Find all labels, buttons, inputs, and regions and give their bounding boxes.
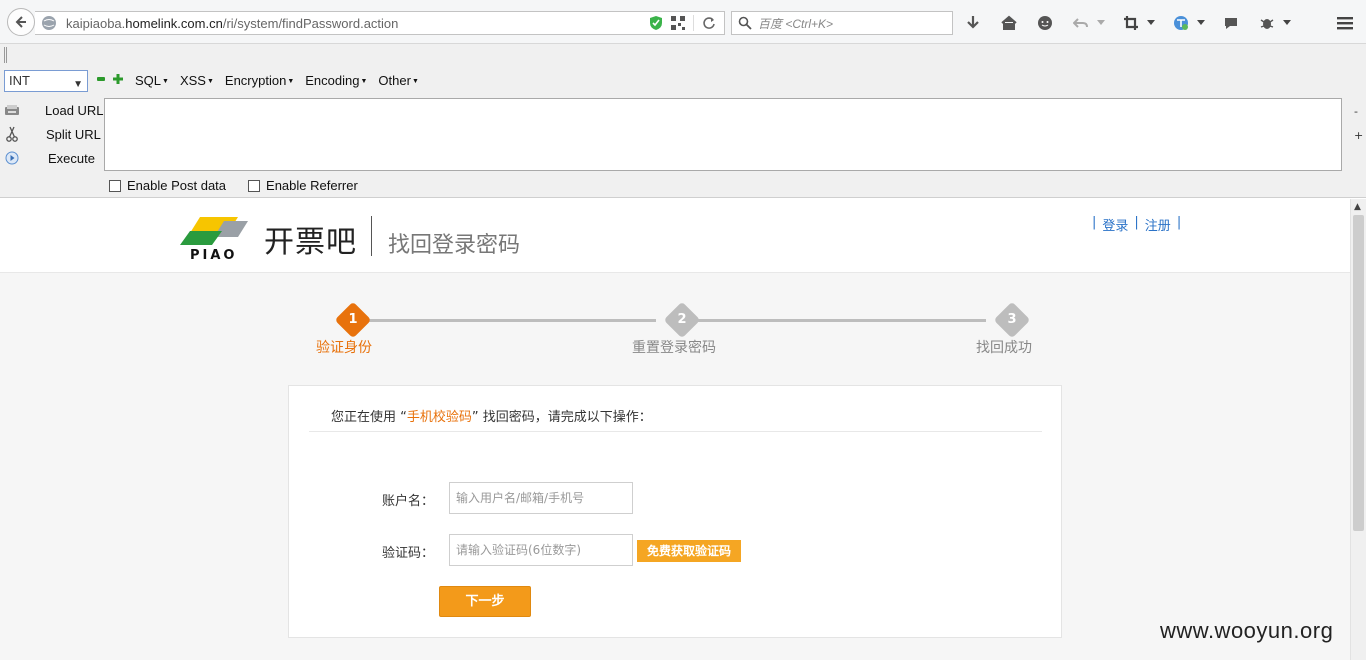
- download-icon[interactable]: [962, 12, 984, 34]
- bug-icon[interactable]: [1256, 12, 1278, 34]
- menu-xss[interactable]: XSS▼: [180, 73, 214, 88]
- site-header: PIAO 开票吧 找回登录密码 | 登录 | 注册 |: [0, 199, 1350, 273]
- crop-icon[interactable]: [1120, 12, 1142, 34]
- menu-other[interactable]: Other▼: [378, 73, 418, 88]
- vertical-scrollbar[interactable]: ▲: [1350, 199, 1366, 660]
- scrollbar-thumb[interactable]: [1353, 215, 1364, 531]
- browser-navbar: kaipiaoba.homelink.com.cn/ri/system/find…: [0, 0, 1366, 44]
- hamburger-menu-icon[interactable]: [1334, 12, 1356, 34]
- account-input[interactable]: 输入用户名/邮箱/手机号: [449, 482, 633, 514]
- url-bar[interactable]: kaipiaoba.homelink.com.cn/ri/system/find…: [35, 11, 725, 35]
- step-2-number: 2: [677, 312, 687, 327]
- verify-form-card: 您正在使用 “手机校验码” 找回密码，请完成以下操作： 账户名： 输入用户名/邮…: [288, 385, 1062, 638]
- plus-icon[interactable]: [113, 74, 123, 84]
- enable-referrer-label: Enable Referrer: [266, 178, 358, 193]
- header-divider: [371, 216, 372, 256]
- load-url-button[interactable]: Load URL: [4, 98, 104, 122]
- arrow-left-icon: [15, 16, 26, 28]
- enable-referrer-checkbox[interactable]: Enable Referrer: [248, 178, 358, 193]
- qr-code-icon[interactable]: [671, 16, 685, 30]
- register-link[interactable]: 注册: [1145, 215, 1171, 234]
- chat-face-icon[interactable]: [1034, 12, 1056, 34]
- enable-post-data-label: Enable Post data: [127, 178, 227, 193]
- divider: [309, 431, 1042, 432]
- shrink-button[interactable]: -: [1354, 100, 1363, 124]
- execute-button[interactable]: Execute: [4, 146, 104, 170]
- code-label: 验证码：: [382, 546, 435, 561]
- globe-icon: [42, 16, 56, 30]
- step-3-number: 3: [1007, 312, 1017, 327]
- hackbar-panel: INT ▼ SQL▼ XSS▼ Encryption▼ Encoding▼ Oth…: [0, 66, 1366, 198]
- chevron-down-icon[interactable]: [1096, 12, 1106, 34]
- menu-sql[interactable]: SQL▼: [135, 73, 169, 88]
- load-url-label: Load URL: [45, 102, 104, 118]
- scroll-up-icon[interactable]: ▲: [1354, 202, 1361, 212]
- watermark: www.wooyun.org: [1160, 618, 1334, 643]
- url-textarea[interactable]: [104, 98, 1342, 171]
- auth-links: | 登录 | 注册 |: [1092, 215, 1181, 234]
- form-intro: 您正在使用 “手机校验码” 找回密码，请完成以下操作：: [331, 410, 652, 425]
- step-3-label: 找回成功: [976, 340, 1032, 356]
- brand-name: 开票吧: [264, 225, 357, 260]
- addon-bar: [0, 44, 1366, 66]
- reload-icon[interactable]: [702, 16, 716, 30]
- split-url-button[interactable]: Split URL: [4, 122, 104, 146]
- grow-button[interactable]: +: [1354, 124, 1363, 148]
- back-button[interactable]: [7, 8, 35, 36]
- link-separator: |: [1176, 215, 1182, 230]
- web-page: PIAO 开票吧 找回登录密码 | 登录 | 注册 | 1 验证身份 2 重置登…: [0, 199, 1350, 660]
- split-url-label: Split URL: [46, 126, 101, 142]
- load-url-icon: [4, 102, 20, 118]
- translate-icon[interactable]: [1170, 12, 1192, 34]
- link-separator: |: [1134, 215, 1139, 230]
- execute-label: Execute: [48, 150, 95, 166]
- step-connector: [358, 319, 656, 322]
- menu-encryption[interactable]: Encryption▼: [225, 73, 294, 88]
- progress-steps: 1 验证身份 2 重置登录密码 3 找回成功: [310, 301, 1040, 363]
- code-input[interactable]: 请输入验证码(6位数字): [449, 534, 633, 566]
- scissors-icon: [4, 126, 20, 142]
- piao-logo[interactable]: PIAO: [180, 215, 256, 261]
- type-select[interactable]: INT ▼: [4, 70, 88, 92]
- chevron-down-icon[interactable]: [1146, 12, 1156, 34]
- method-highlight: 手机校验码: [406, 410, 472, 425]
- play-icon: [4, 150, 20, 166]
- menu-encoding[interactable]: Encoding▼: [305, 73, 367, 88]
- chevron-down-icon: ▼: [73, 79, 83, 90]
- chevron-down-icon[interactable]: [1282, 12, 1292, 34]
- step-1-label: 验证身份: [316, 340, 372, 356]
- login-link[interactable]: 登录: [1102, 215, 1128, 234]
- search-placeholder: 百度 <Ctrl+K>: [758, 16, 834, 31]
- step-2-label: 重置登录密码: [632, 340, 716, 356]
- grip-handle[interactable]: [4, 47, 7, 63]
- type-select-value: INT: [9, 73, 30, 88]
- svg-text:PIAO: PIAO: [190, 248, 237, 261]
- get-code-button[interactable]: 免费获取验证码: [637, 540, 741, 562]
- next-step-button[interactable]: 下一步: [439, 586, 531, 617]
- step-connector: [696, 319, 986, 322]
- enable-post-data-checkbox[interactable]: Enable Post data: [109, 178, 226, 193]
- shield-check-icon[interactable]: [649, 15, 663, 31]
- page-title: 找回登录密码: [388, 233, 521, 258]
- home-icon[interactable]: [998, 12, 1020, 34]
- url-text[interactable]: kaipiaoba.homelink.com.cn/ri/system/find…: [66, 16, 649, 31]
- chevron-down-icon[interactable]: [1196, 12, 1206, 34]
- link-separator: |: [1092, 215, 1097, 230]
- account-label: 账户名：: [382, 494, 435, 509]
- speech-bubble-icon[interactable]: [1220, 12, 1242, 34]
- undo-icon[interactable]: [1070, 12, 1092, 34]
- step-1-number: 1: [348, 312, 358, 327]
- search-icon: [738, 16, 752, 30]
- minus-icon[interactable]: [97, 77, 105, 81]
- search-input[interactable]: 百度 <Ctrl+K>: [731, 11, 953, 35]
